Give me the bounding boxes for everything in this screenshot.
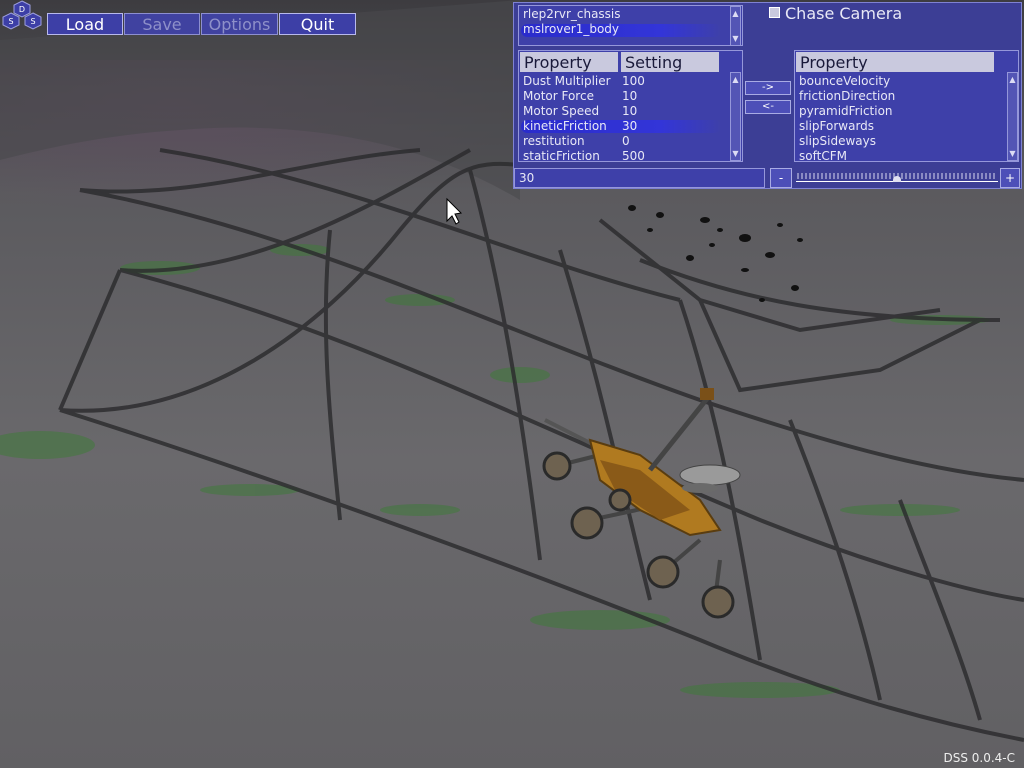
object-list-scrollbar[interactable]: ▲ ▼ xyxy=(730,6,741,46)
value-slider[interactable] xyxy=(796,171,998,185)
property-column-header[interactable]: Property xyxy=(520,52,618,72)
table-row-setting[interactable]: 10 xyxy=(622,89,637,104)
property-table-scrollbar[interactable]: ▲ ▼ xyxy=(730,72,741,161)
available-list-scrollbar[interactable]: ▲ ▼ xyxy=(1007,72,1018,161)
property-panel: rlep2rvr_chassis mslrover1_body ▲ ▼ Chas… xyxy=(513,2,1022,189)
table-row-setting[interactable]: 0 xyxy=(622,134,630,149)
decrement-button[interactable]: - xyxy=(770,168,792,188)
value-input[interactable]: 30 xyxy=(514,168,765,188)
chevron-up-icon[interactable]: ▲ xyxy=(731,75,740,84)
chase-camera-checkbox[interactable] xyxy=(769,7,780,18)
table-row-setting[interactable]: 10 xyxy=(622,104,637,119)
chevron-down-icon[interactable]: ▼ xyxy=(731,34,740,43)
quit-button[interactable]: Quit xyxy=(279,13,356,35)
available-property-column-header[interactable]: Property xyxy=(796,52,994,72)
table-row-property[interactable]: Motor Force xyxy=(523,89,594,104)
list-item[interactable]: softCFM xyxy=(799,149,847,164)
save-button[interactable]: Save xyxy=(124,13,200,35)
table-row-property[interactable]: restitution xyxy=(523,134,585,149)
increment-button[interactable]: + xyxy=(1000,168,1020,188)
logo-letter-d: D xyxy=(19,5,25,14)
list-item[interactable]: slipForwards xyxy=(799,119,874,134)
list-item[interactable]: bounceVelocity xyxy=(799,74,890,89)
table-row-property-selected[interactable]: kineticFriction xyxy=(523,119,607,134)
chevron-down-icon[interactable]: ▼ xyxy=(1008,149,1017,158)
dss-logo: D S S xyxy=(2,0,42,30)
property-table[interactable]: Property Setting Dust Multiplier 100 Mot… xyxy=(518,50,743,164)
chevron-down-icon[interactable]: ▼ xyxy=(731,149,740,158)
object-list-item-selected[interactable]: mslrover1_body xyxy=(523,22,619,37)
table-row-setting-selected[interactable]: 30 xyxy=(622,119,637,134)
slider-thumb[interactable] xyxy=(893,176,901,182)
table-row-property[interactable]: Motor Speed xyxy=(523,104,599,119)
logo-letter-s1: S xyxy=(8,17,13,26)
list-item[interactable]: pyramidFriction xyxy=(799,104,893,119)
chevron-up-icon[interactable]: ▲ xyxy=(731,9,740,18)
chase-camera-label: Chase Camera xyxy=(785,4,903,23)
logo-letter-s2: S xyxy=(30,17,35,26)
table-row-property[interactable]: Dust Multiplier xyxy=(523,74,611,89)
options-button[interactable]: Options xyxy=(201,13,278,35)
table-row-setting[interactable]: 100 xyxy=(622,74,645,89)
table-row-property[interactable]: staticFriction xyxy=(523,149,600,164)
list-item[interactable]: slipSideways xyxy=(799,134,876,149)
object-list[interactable]: rlep2rvr_chassis mslrover1_body xyxy=(518,5,743,46)
load-button[interactable]: Load xyxy=(47,13,123,35)
available-property-list[interactable]: Property bounceVelocity frictionDirectio… xyxy=(794,50,1019,164)
table-row-setting[interactable]: 500 xyxy=(622,149,645,164)
version-label: DSS 0.0.4-C xyxy=(943,751,1015,765)
list-item[interactable]: frictionDirection xyxy=(799,89,895,104)
remove-property-button[interactable]: <- xyxy=(745,100,791,114)
setting-column-header[interactable]: Setting xyxy=(621,52,719,72)
object-list-item[interactable]: rlep2rvr_chassis xyxy=(523,7,621,22)
add-property-button[interactable]: -> xyxy=(745,81,791,95)
chevron-up-icon[interactable]: ▲ xyxy=(1008,75,1017,84)
